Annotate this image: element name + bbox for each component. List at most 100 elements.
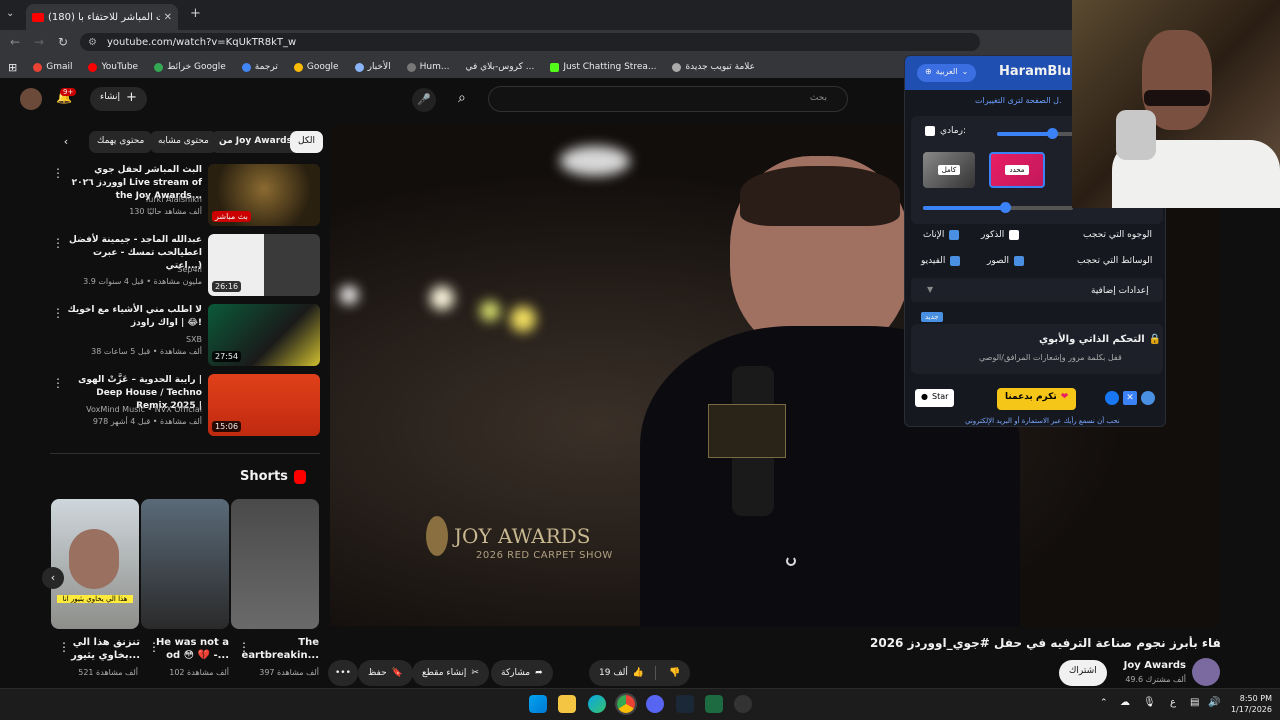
checkbox[interactable] [1009, 230, 1020, 240]
address-bar[interactable]: ⚙ youtube.com/watch?v=KqUkTR8kT_w [80, 33, 980, 51]
slider-handle[interactable] [1047, 128, 1058, 139]
bookmark-youtube[interactable]: YouTube [88, 62, 138, 72]
steam-icon[interactable] [676, 695, 694, 713]
short-item[interactable] [231, 499, 319, 629]
bookmark-translate[interactable]: ترجمة [241, 62, 278, 72]
file-explorer-icon[interactable] [558, 695, 576, 713]
search-input[interactable]: بحث [488, 86, 848, 112]
tray-chevron-icon[interactable]: ⌃ [1100, 698, 1108, 708]
chips-scroll-left-icon[interactable]: ‹ [55, 131, 77, 153]
slider-handle[interactable] [1000, 202, 1011, 213]
video-thumbnail[interactable]: بث مباشر [208, 164, 320, 226]
more-icon[interactable]: ⋮ [58, 640, 70, 654]
channel-name[interactable]: VoxMind Music • NVX Official [62, 404, 202, 416]
bookmark-maps[interactable]: خرائط Google [154, 62, 226, 72]
more-icon[interactable]: ⋮ [148, 640, 160, 654]
channel-name[interactable]: SXB [62, 334, 202, 346]
female-toggle[interactable]: الإناث [923, 230, 960, 240]
video-thumbnail[interactable]: 15:06 [208, 374, 320, 436]
male-toggle[interactable]: الذكور [981, 230, 1020, 240]
checkbox-checked[interactable] [1014, 256, 1025, 266]
short-item[interactable]: هذا الي يخاوي يثيور انا [51, 499, 139, 629]
reddit-icon[interactable] [1141, 391, 1155, 405]
related-video[interactable]: 15:06 رايبة الحدوية – عَزَّتْ الهوى | De… [50, 374, 320, 440]
bookmark-hum[interactable]: Hum... [406, 62, 449, 72]
more-icon[interactable]: ⋮ [52, 306, 64, 320]
bookmark-news[interactable]: الأخبار [354, 62, 391, 72]
grayscale-toggle[interactable]: رمادي: [925, 126, 966, 136]
checkbox[interactable] [925, 126, 935, 136]
network-icon[interactable]: ▤ [1190, 697, 1199, 708]
mode-full-button[interactable]: كامل [923, 152, 975, 188]
bookmark-kick[interactable]: Just Chatting Strea... [550, 62, 656, 72]
related-video[interactable]: 27:54 لا اطلب مني الأشياء مع اخويك 😂 | ا… [50, 304, 320, 370]
chip-similar[interactable]: محتوى مشابه [150, 131, 217, 153]
channel-name[interactable]: Sep4il [62, 264, 202, 276]
browser-tab[interactable]: (180) البث المباشر للاحتفاء بأ ✕ [26, 4, 178, 30]
bookmark-newtab[interactable]: علامة تبويب جديدة [672, 62, 755, 72]
chip-recommended[interactable]: محتوى يهمك [89, 131, 153, 153]
avatar[interactable] [20, 88, 42, 110]
bookmark-crossplay[interactable]: كروس-بلاي في ... [465, 62, 534, 72]
reload-icon[interactable]: ↻ [58, 35, 68, 49]
edge-icon[interactable] [588, 695, 606, 713]
donate-button[interactable]: تكرم بدعمنا ❤ [997, 388, 1077, 410]
parental-card[interactable] [911, 324, 1163, 374]
video-thumbnail[interactable]: 27:54 [208, 304, 320, 366]
tab-close-icon[interactable]: ✕ [164, 12, 172, 23]
tab-search-icon[interactable]: ⌄ [6, 8, 14, 19]
short-item[interactable] [141, 499, 229, 629]
more-actions-button[interactable]: ••• [328, 660, 358, 686]
more-icon[interactable]: ⋮ [52, 166, 64, 180]
channel-avatar[interactable] [1192, 658, 1220, 686]
more-icon[interactable]: ⋮ [52, 376, 64, 390]
mic-tray-icon[interactable]: 🎙 [1143, 697, 1156, 708]
excel-icon[interactable] [705, 695, 723, 713]
like-button[interactable]: 19 ألف 👍 👎 [589, 660, 691, 686]
chrome-icon[interactable] [615, 693, 637, 715]
search-icon[interactable]: ⌕ [458, 90, 466, 106]
chip-from-channel[interactable]: من Joy Awards [211, 131, 300, 153]
channel-name[interactable]: Joy Awards [1100, 660, 1186, 671]
volume-icon[interactable]: 🔊 [1208, 697, 1220, 708]
video-title[interactable]: لا اطلب مني الأشياء مع اخويك 😂 | اواك را… [62, 304, 202, 330]
more-icon[interactable]: ⋮ [238, 640, 250, 654]
channel-name[interactable]: Turki Alalshikh [62, 194, 202, 206]
facebook-icon[interactable] [1105, 391, 1119, 405]
checkbox-checked[interactable] [950, 256, 961, 266]
apps-icon[interactable]: ⊞ [8, 61, 17, 74]
clock[interactable]: 8:50 PM 1/17/2026 [1226, 693, 1272, 715]
github-star-button[interactable]: ● Star [915, 389, 955, 407]
bookmark-google[interactable]: Google [293, 62, 339, 72]
related-video[interactable]: بث مباشر البث المباشر لحفل جوي اووردز ٢٠… [50, 164, 320, 230]
input-language[interactable]: ع [1170, 697, 1176, 708]
share-button[interactable]: مشاركة ➦ [491, 660, 553, 686]
bookmark-gmail[interactable]: Gmail [33, 62, 72, 72]
subscribe-button[interactable]: اشتراك [1059, 660, 1107, 686]
new-tab-button[interactable]: + [190, 6, 201, 21]
back-icon[interactable]: ← [10, 35, 20, 49]
app-icon[interactable] [734, 695, 752, 713]
language-select[interactable]: ⊕ العربية ⌄ [917, 64, 977, 82]
mode-custom-button[interactable]: محدد [989, 152, 1045, 188]
site-info-icon[interactable]: ⚙ [88, 37, 97, 48]
more-icon[interactable]: ⋮ [52, 236, 64, 250]
thumbs-down-icon[interactable]: 👎 [669, 668, 680, 678]
create-button[interactable]: إنشاء + [90, 87, 147, 111]
discord-icon[interactable] [646, 695, 664, 713]
checkbox-checked[interactable] [949, 230, 960, 240]
save-button[interactable]: حفظ 🔖 [358, 660, 413, 686]
x-icon[interactable]: ✕ [1123, 391, 1137, 405]
cloud-icon[interactable]: ☁ [1120, 697, 1130, 708]
chip-all[interactable]: الكل [290, 131, 324, 153]
images-toggle[interactable]: الصور [987, 256, 1025, 266]
videos-toggle[interactable]: الفيديو [921, 256, 961, 266]
feedback-note[interactable]: نحب أن نسمع رأيك عبر الاستمارة أو البريد… [965, 417, 1120, 425]
forward-icon[interactable]: → [34, 35, 44, 49]
start-icon[interactable] [529, 695, 547, 713]
voice-search-icon[interactable]: 🎤 [412, 88, 436, 112]
shorts-scroll-left-icon[interactable]: ‹ [42, 567, 64, 589]
related-video[interactable]: 26:16 عبدالله الماجد - جيمينة لأفضل اعطي… [50, 234, 320, 300]
clip-button[interactable]: إنشاء مقطع ✂ [412, 660, 489, 686]
video-thumbnail[interactable]: 26:16 [208, 234, 320, 296]
